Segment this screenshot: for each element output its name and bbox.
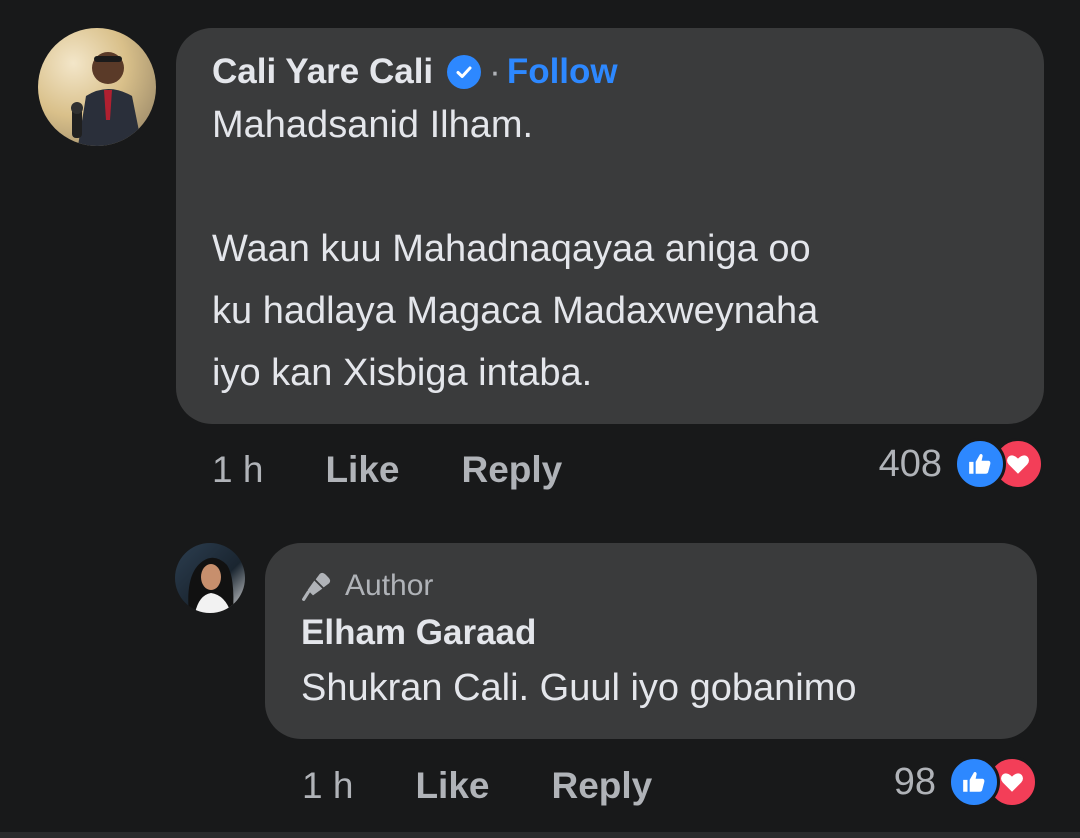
reply-like-button[interactable]: Like xyxy=(415,765,489,807)
microphone-icon xyxy=(301,570,333,602)
comment-reactions[interactable]: 408 xyxy=(879,438,1044,490)
follow-button[interactable]: Follow xyxy=(507,52,618,92)
comment-text: Mahadsanid Ilham. Waan kuu Mahadnaqayaa … xyxy=(212,94,1008,404)
reply-actions: 1 h Like Reply xyxy=(302,762,652,810)
comment-line: Mahadsanid Ilham. xyxy=(212,104,534,146)
reply-bubble: Author Elham Garaad Shukran Cali. Guul i… xyxy=(265,543,1037,739)
person-silhouette xyxy=(188,557,234,613)
verified-badge-icon xyxy=(447,55,482,89)
comment-author-name[interactable]: Cali Yare Cali xyxy=(212,52,433,92)
reply-text: Shukran Cali. Guul iyo gobanimo xyxy=(301,667,857,709)
comment-line: ku hadlaya Magaca Madaxweynaha xyxy=(212,290,819,332)
author-badge-label: Author xyxy=(345,569,434,602)
comment-line: Waan kuu Mahadnaqayaa aniga oo xyxy=(212,228,811,270)
comment-timestamp[interactable]: 1 h xyxy=(212,449,263,491)
separator-dot: · xyxy=(489,52,501,91)
reply-author-name[interactable]: Elham Garaad xyxy=(301,613,1001,653)
like-reaction-icon xyxy=(954,438,1006,490)
reply-timestamp[interactable]: 1 h xyxy=(302,765,353,807)
reply-reactions[interactable]: 98 xyxy=(894,756,1038,808)
like-button[interactable]: Like xyxy=(325,449,399,491)
reaction-count: 408 xyxy=(878,442,942,485)
like-reaction-icon xyxy=(948,756,1000,808)
comment-actions: 1 h Like Reply xyxy=(212,446,562,494)
author-badge: Author xyxy=(301,569,1001,603)
comment-line: iyo kan Xisbiga intaba. xyxy=(212,352,593,394)
commenter-avatar[interactable] xyxy=(38,28,156,146)
person-silhouette xyxy=(71,52,142,146)
reaction-count: 98 xyxy=(893,760,936,803)
comment-bubble: Cali Yare Cali · Follow Mahadsanid Ilham… xyxy=(176,28,1044,424)
comment-header: Cali Yare Cali · Follow xyxy=(212,52,1008,92)
reply-avatar[interactable] xyxy=(175,543,245,613)
reply-reply-button[interactable]: Reply xyxy=(551,765,652,807)
bottom-divider xyxy=(0,832,1080,838)
reply-button[interactable]: Reply xyxy=(461,449,562,491)
